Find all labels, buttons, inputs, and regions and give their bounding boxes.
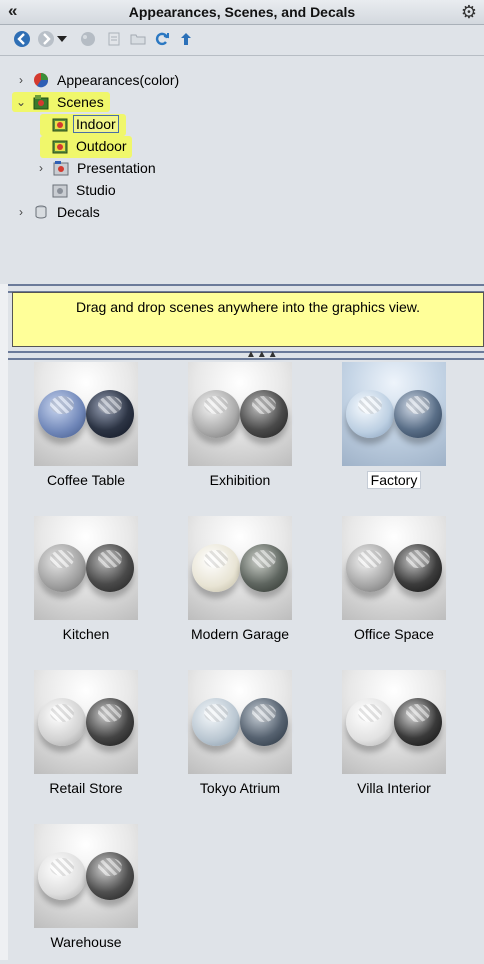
sphere-right [240,390,288,438]
color-ball-icon [33,72,49,88]
refresh-icon[interactable] [152,29,172,49]
tree-item-label: Presentation [77,160,156,176]
sphere-right [240,544,288,592]
sphere-left [192,390,240,438]
gallery-item[interactable]: Kitchen [16,516,156,656]
sphere-left [346,698,394,746]
sphere-left [346,544,394,592]
gallery-item[interactable]: Tokyo Atrium [170,670,310,810]
open-folder-icon[interactable] [128,29,148,49]
sphere-left [192,698,240,746]
tree-item-decals[interactable]: › Decals [14,202,102,222]
gallery-item-label: Office Space [354,626,434,642]
tree-item-label: Decals [57,204,100,220]
sphere-right [394,390,442,438]
gallery-item[interactable]: Warehouse [16,824,156,964]
sphere-right [86,544,134,592]
scene-thumbnail [188,670,292,774]
add-file-icon[interactable] [104,29,124,49]
scene-thumbnail [34,824,138,928]
tree-item-presentation[interactable]: › Presentation [34,158,158,178]
scene-folder-icon [53,160,69,176]
scene-gallery: Coffee Table Exhibition Factory Kitchen … [8,360,484,960]
gallery-item[interactable]: Office Space [324,516,464,656]
toolbar [0,25,484,56]
gallery-item-label: Modern Garage [190,626,290,642]
gallery-item-label: Kitchen [62,626,110,642]
gallery-item[interactable]: Modern Garage [170,516,310,656]
tree-item-indoor[interactable]: Indoor [52,114,119,134]
collapse-arrow-icon[interactable]: ⌄ [14,95,28,109]
tree-item-appearances[interactable]: › Appearances(color) [14,70,181,90]
tree-item-label: Studio [76,182,116,198]
tree-item-outdoor[interactable]: Outdoor [52,136,129,156]
sphere-right [394,698,442,746]
scene-folder-icon [52,116,68,132]
sphere-left [192,544,240,592]
sphere-left [38,544,86,592]
tree-item-label: Appearances(color) [57,72,180,88]
gallery-item-label: Warehouse [50,934,122,950]
selected-label: Factory [366,471,422,489]
gallery-item-label: Villa Interior [357,780,431,796]
scene-folder-icon [52,138,68,154]
tree-item-scenes[interactable]: ⌄ Scenes [14,92,106,112]
sphere-right [86,390,134,438]
sphere-right [240,698,288,746]
gallery-item[interactable]: Exhibition [170,362,310,502]
hint-message: Drag and drop scenes anywhere into the g… [12,292,484,347]
expand-arrow-icon[interactable]: › [14,73,28,87]
scene-folder-icon [33,94,49,110]
gallery-item-label: Coffee Table [46,472,126,488]
tree-item-label: Scenes [57,94,104,110]
sphere-right [86,852,134,900]
up-level-icon[interactable] [176,29,196,49]
tree-item-label: Indoor [73,115,119,133]
gallery-item-label: Retail Store [49,780,123,796]
gallery-item[interactable]: Coffee Table [16,362,156,502]
scene-thumbnail [188,362,292,466]
scene-thumbnail [34,670,138,774]
scene-thumbnail [34,362,138,466]
sphere-right [394,544,442,592]
forward-icon[interactable] [36,29,56,49]
sphere-right [86,698,134,746]
add-appearance-icon[interactable] [78,29,98,49]
scene-tree: › Appearances(color) ⌄ Scenes Indoor Out… [0,56,484,284]
gallery-item[interactable]: Retail Store [16,670,156,810]
gallery-item-label: Exhibition [209,472,271,488]
splitter-grip-icon[interactable]: ▲▲▲ [246,349,279,360]
expand-arrow-icon[interactable]: › [14,205,28,219]
gallery-item[interactable]: Factory [324,362,464,502]
gallery-item-label: Factory [324,471,464,489]
tree-item-label: Outdoor [76,138,127,154]
history-dropdown-icon[interactable] [56,29,68,49]
panel-title: Appearances, Scenes, and Decals [128,4,356,20]
scene-thumbnail [342,516,446,620]
gallery-item[interactable]: Villa Interior [324,670,464,810]
sphere-left [38,852,86,900]
scene-folder-icon [52,182,68,198]
gear-icon[interactable]: ⚙ [459,2,479,22]
back-icon[interactable] [12,29,32,49]
expand-arrow-icon[interactable]: › [34,161,48,175]
sphere-left [346,390,394,438]
scene-thumbnail [342,362,446,466]
tree-item-studio[interactable]: Studio [52,180,118,200]
scene-thumbnail [342,670,446,774]
decal-icon [33,204,49,220]
title-bar: « Appearances, Scenes, and Decals ⚙ [0,0,484,25]
sphere-left [38,390,86,438]
gallery-item-label: Tokyo Atrium [199,780,281,796]
scene-thumbnail [34,516,138,620]
scene-thumbnail [188,516,292,620]
sphere-left [38,698,86,746]
